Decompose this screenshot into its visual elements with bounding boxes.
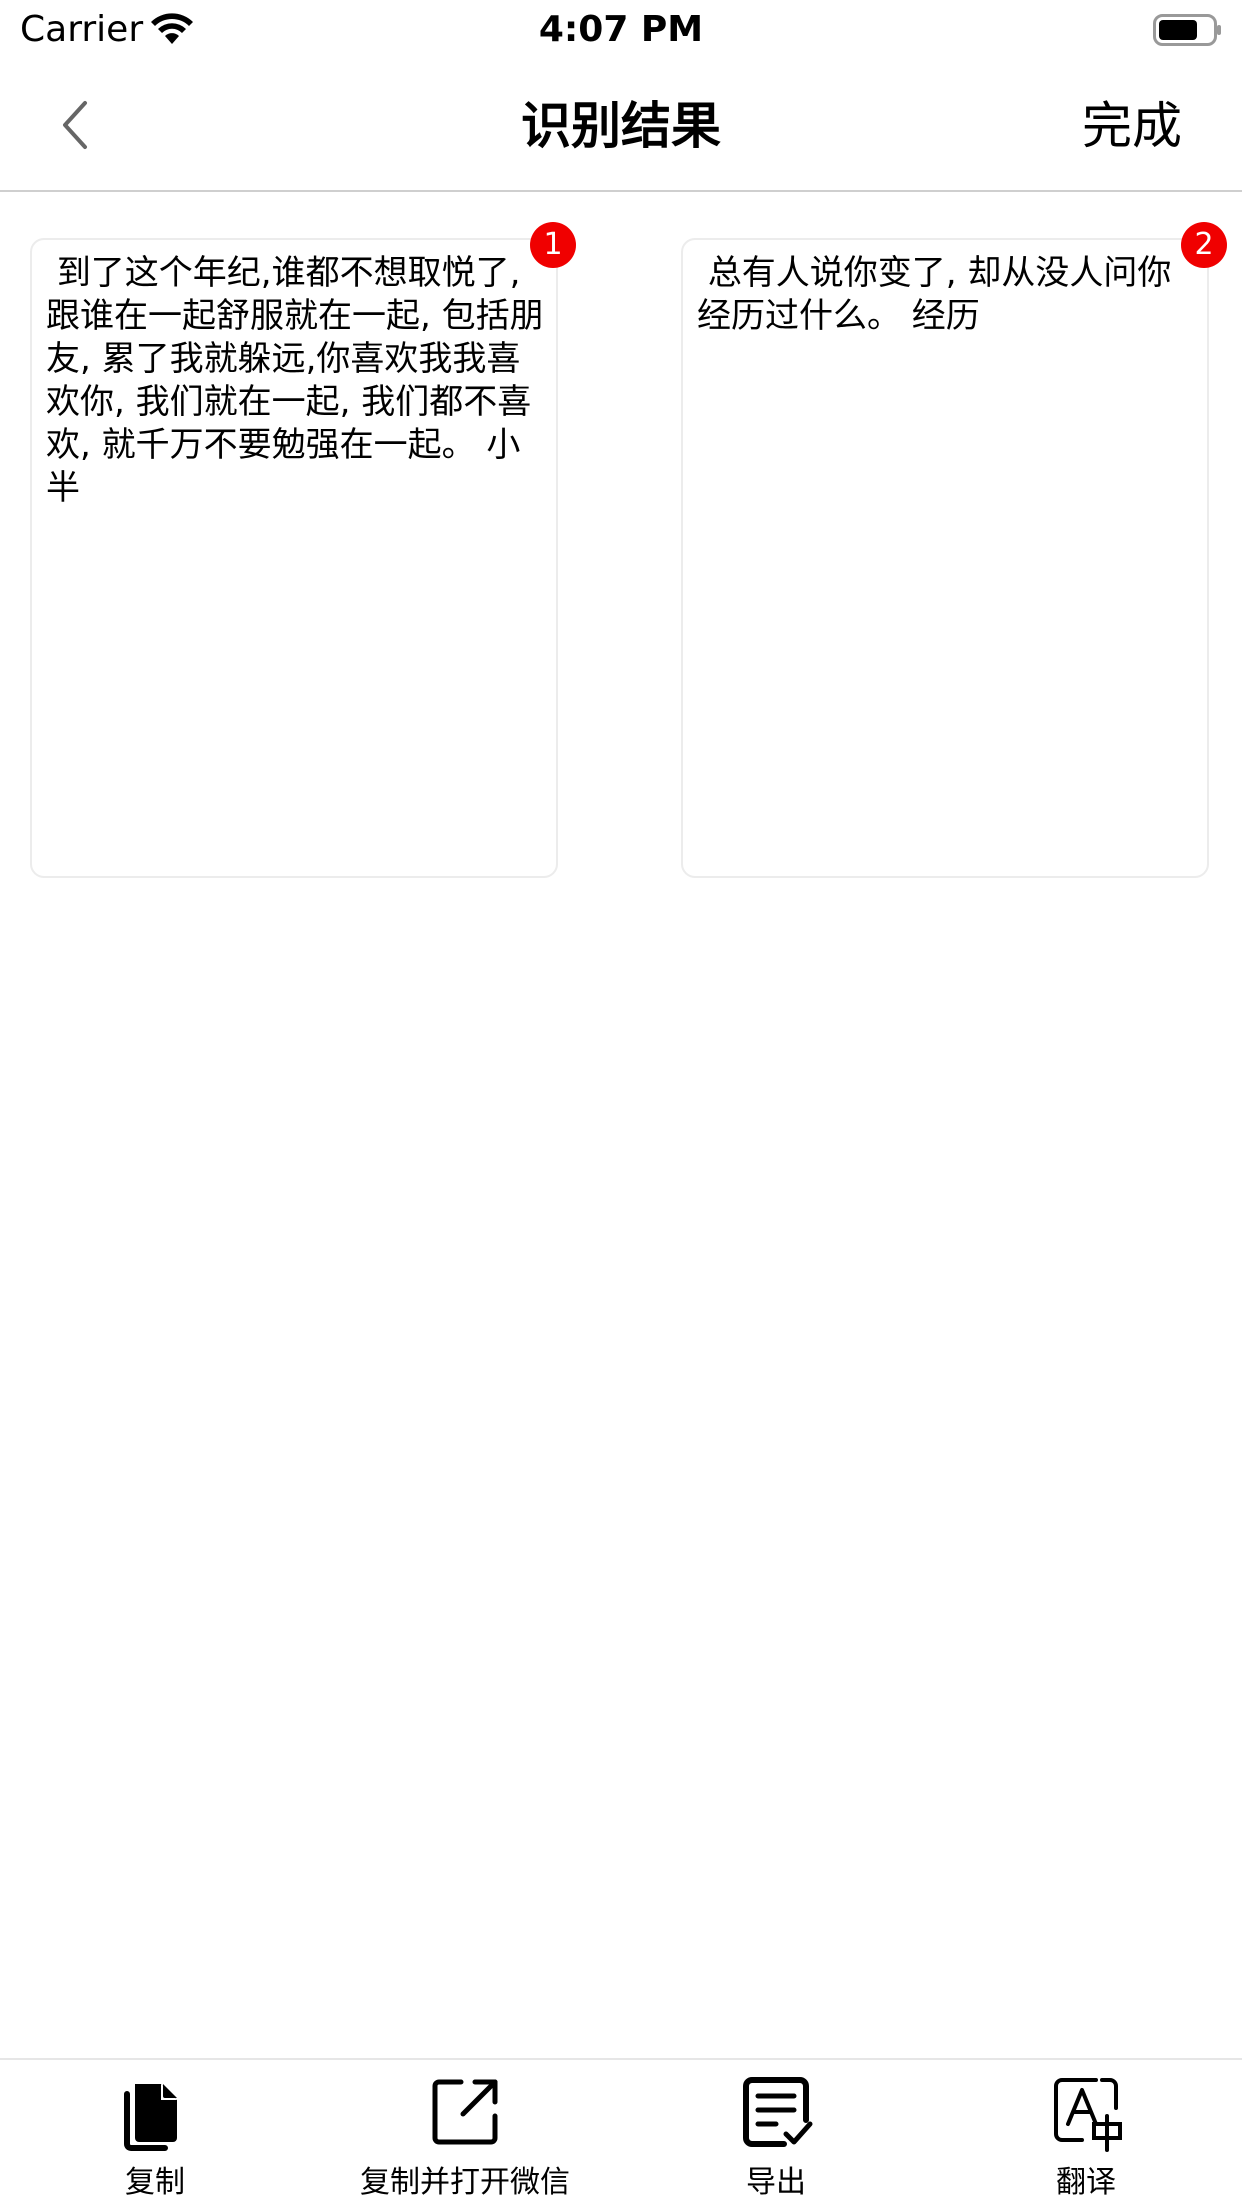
translate-label: 翻译 [1056, 2165, 1116, 2200]
copy-icon [124, 2084, 177, 2151]
result-index-badge-2: 2 [1181, 222, 1227, 268]
translate-button[interactable]: 翻译 [936, 2072, 1236, 2202]
bottom-toolbar: 复制 复制并打开微信 导出 翻译 [0, 2058, 1242, 2208]
result-card-2[interactable]: 总有人说你变了, 却从没人问你经历过什么。 经历 [681, 238, 1209, 878]
export-label: 导出 [746, 2165, 806, 2200]
done-button[interactable]: 完成 [1082, 96, 1182, 156]
translate-icon [1054, 2078, 1122, 2152]
copy-label: 复制 [125, 2165, 185, 2200]
copy-open-wechat-label: 复制并打开微信 [360, 2165, 570, 2200]
export-document-icon [743, 2077, 813, 2147]
navigation-bar: 识别结果 完成 [0, 60, 1242, 192]
result-card-1[interactable]: 到了这个年纪,谁都不想取悦了, 跟谁在一起舒服就在一起, 包括朋友, 累了我就躲… [30, 238, 558, 878]
result-text-1[interactable]: 到了这个年纪,谁都不想取悦了, 跟谁在一起舒服就在一起, 包括朋友, 累了我就躲… [46, 252, 546, 510]
copy-open-wechat-button[interactable]: 复制并打开微信 [315, 2072, 615, 2202]
page-title: 识别结果 [521, 97, 721, 155]
status-time: 4:07 PM [538, 9, 704, 50]
copy-button[interactable]: 复制 [5, 2072, 305, 2202]
export-button[interactable]: 导出 [626, 2072, 926, 2202]
external-link-icon [432, 2079, 498, 2145]
status-bar: Carrier 4:07 PM [0, 0, 1242, 60]
battery-icon [1153, 14, 1221, 46]
result-index-badge-1: 1 [530, 222, 576, 268]
result-text-2[interactable]: 总有人说你变了, 却从没人问你经历过什么。 经历 [697, 252, 1197, 338]
